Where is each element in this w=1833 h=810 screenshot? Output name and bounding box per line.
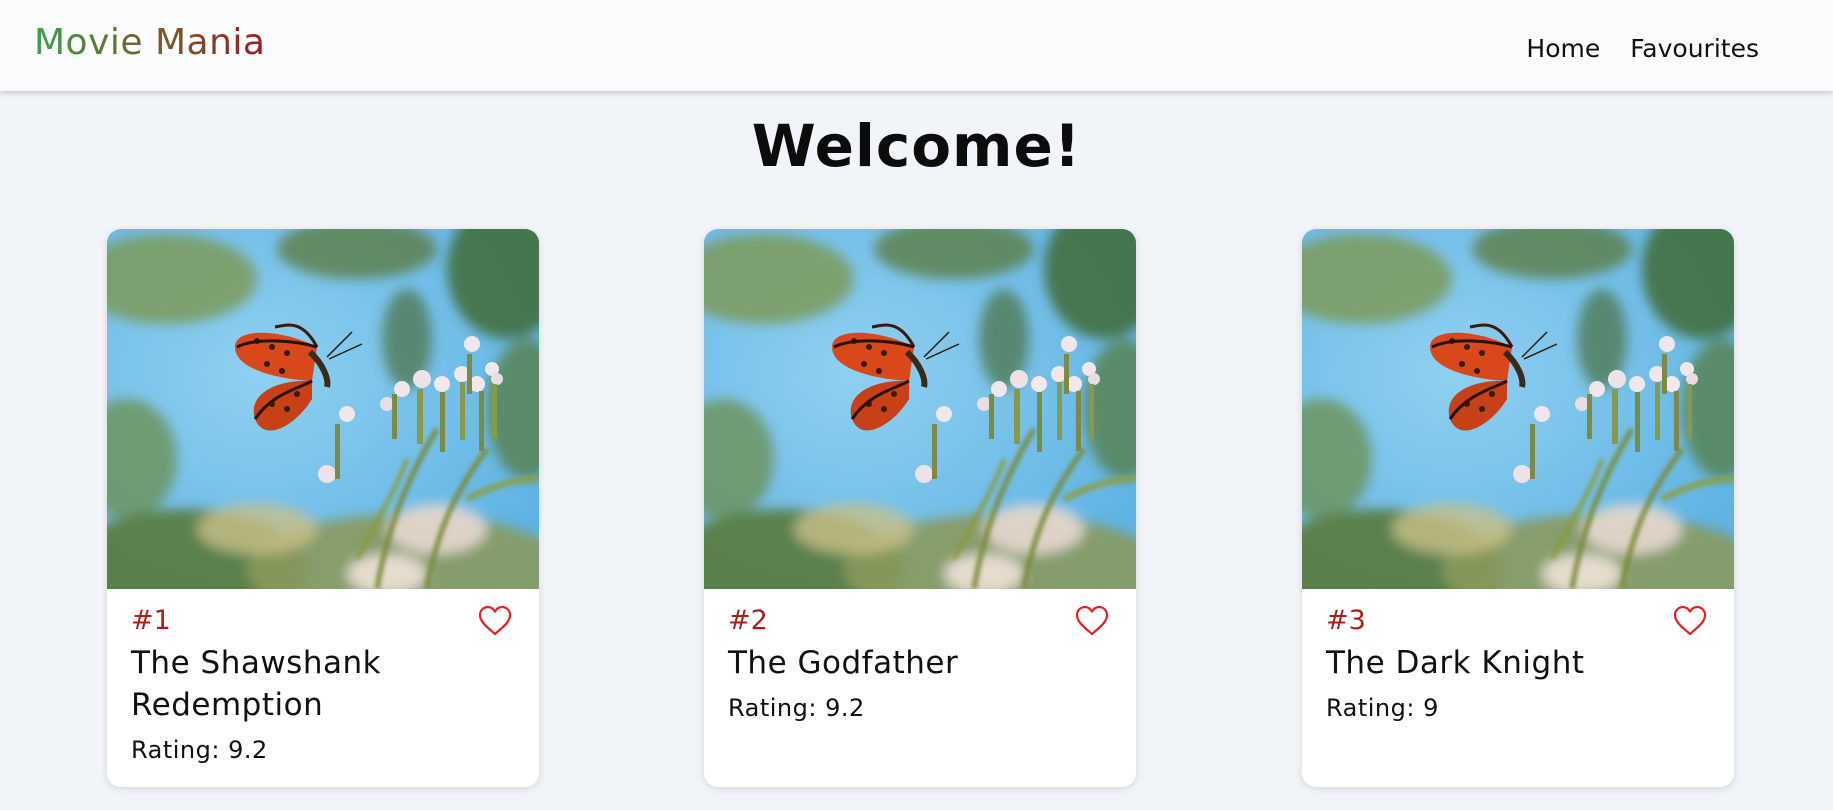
nav-links: Home Favourites <box>1526 34 1759 63</box>
movie-poster-image[interactable] <box>107 229 539 589</box>
movie-card[interactable]: #1 The Shawshank Redemption Rating: 9.2 <box>107 229 539 787</box>
movie-rating: Rating: 9.2 <box>131 736 268 764</box>
page-heading: Welcome! <box>751 112 1082 180</box>
nav-home-link[interactable]: Home <box>1526 34 1600 63</box>
movie-poster-image[interactable] <box>1302 229 1734 589</box>
movie-card[interactable]: #2 The Godfather Rating: 9.2 <box>704 229 1136 787</box>
heart-outline-icon[interactable] <box>1075 605 1109 637</box>
movie-rating: Rating: 9.2 <box>728 694 865 722</box>
movie-title: The Godfather <box>728 645 959 681</box>
movie-rank: #3 <box>1326 605 1366 636</box>
movie-card-body: #1 The Shawshank Redemption Rating: 9.2 <box>107 589 539 764</box>
movie-title: The Shawshank Redemption <box>131 645 382 723</box>
brand-logo[interactable]: Movie Mania <box>34 22 265 63</box>
movie-rating: Rating: 9 <box>1326 694 1439 722</box>
top-navbar: Movie Mania Home Favourites <box>0 0 1833 91</box>
movie-card[interactable]: #3 The Dark Knight Rating: 9 <box>1302 229 1734 787</box>
movie-rank: #2 <box>728 605 768 636</box>
heart-outline-icon[interactable] <box>478 605 512 637</box>
movie-title: The Dark Knight <box>1326 645 1585 681</box>
heart-outline-icon[interactable] <box>1673 605 1707 637</box>
movie-poster-image[interactable] <box>704 229 1136 589</box>
nav-favourites-link[interactable]: Favourites <box>1630 34 1759 63</box>
movie-card-body: #2 The Godfather Rating: 9.2 <box>704 589 1136 722</box>
movie-card-body: #3 The Dark Knight Rating: 9 <box>1302 589 1734 722</box>
movie-rank: #1 <box>131 605 171 636</box>
